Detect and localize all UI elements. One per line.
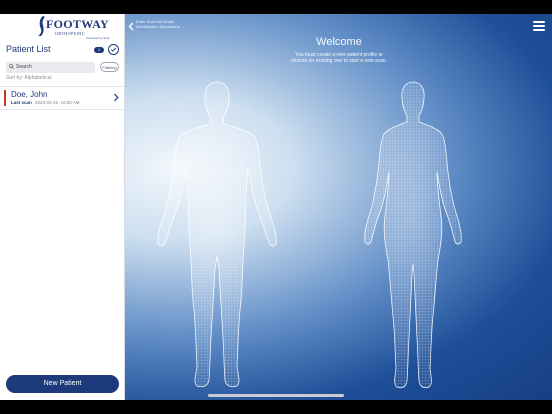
patient-status-flag	[4, 90, 6, 106]
patient-name: Doe, John	[11, 90, 48, 99]
chevron-left-icon[interactable]	[128, 22, 134, 31]
logo-tagline: ORTHOPEDIC	[55, 31, 86, 36]
patient-row[interactable]: Doe, John Last scan 2023-04-25, 10:02 AM	[0, 86, 124, 110]
footway-logo: FOOTWAY ORTHOPEDIC Powered by Scan	[36, 16, 110, 40]
hamburger-menu-icon[interactable]	[533, 21, 545, 31]
chevron-right-icon	[114, 93, 119, 102]
back-hint-text: Enter Scan No Model Identification Nymbo…	[136, 19, 180, 29]
male-body-model	[157, 81, 277, 388]
home-indicator[interactable]	[208, 394, 344, 397]
welcome-title: Welcome	[316, 36, 362, 48]
logo-powered-by: Powered by Scan	[86, 36, 110, 40]
logo-wordmark: FOOTWAY	[46, 17, 110, 31]
checkmark-icon	[110, 47, 117, 52]
last-scan-label: Last scan	[11, 100, 32, 105]
sidebar: FOOTWAY ORTHOPEDIC Powered by Scan Patie…	[0, 14, 125, 400]
female-body-model	[364, 81, 462, 389]
search-icon	[9, 64, 14, 69]
page-title: Patient List	[6, 44, 51, 54]
sort-label[interactable]: Sort by: Alphabetical	[6, 75, 52, 81]
filter-button[interactable]: Filtering	[100, 62, 119, 72]
new-patient-button[interactable]: New Patient	[6, 375, 119, 393]
select-button[interactable]	[108, 44, 119, 55]
patient-list-header: Patient List 1	[6, 44, 120, 58]
search-input[interactable]: Search	[6, 62, 95, 73]
app-screen: FOOTWAY ORTHOPEDIC Powered by Scan Patie…	[0, 14, 552, 400]
scan-welcome-panel: Enter Scan No Model Identification Nymbo…	[125, 14, 552, 400]
search-placeholder: Search	[16, 64, 32, 70]
patient-count-badge: 1	[94, 47, 104, 53]
welcome-message: You must create a new patient profile or…	[291, 52, 387, 64]
last-scan-date: 2023-04-25, 10:02 AM	[35, 100, 80, 105]
